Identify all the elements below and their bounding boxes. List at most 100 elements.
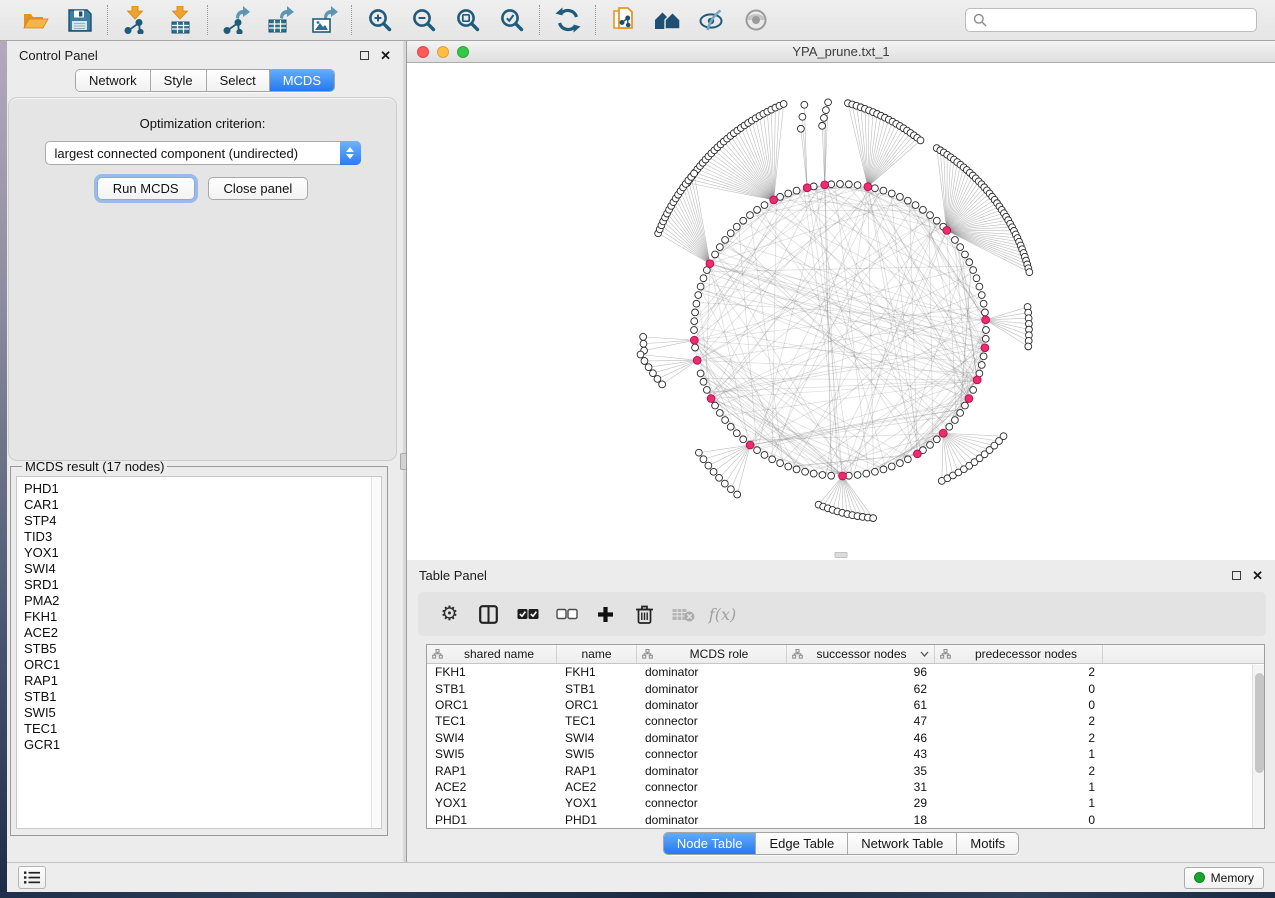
mcds-result-item[interactable]: GCR1 [24,737,381,753]
mcds-result-item[interactable]: YOX1 [24,545,381,561]
table-row[interactable]: TEC1TEC1connector472 [427,713,1264,729]
minimize-window-icon[interactable] [437,46,449,58]
table-cell: dominator [637,665,787,679]
control-panel-title: Control Panel [19,48,98,63]
table-row[interactable]: FKH1FKH1dominator962 [427,664,1264,680]
column-network-icon [432,649,443,659]
network-window-titlebar[interactable]: YPA_prune.txt_1 [407,41,1275,63]
mcds-result-item[interactable]: STB5 [24,641,381,657]
table-cell: TEC1 [427,714,557,728]
delete-table-button[interactable] [664,607,703,622]
table-row[interactable]: PHD1PHD1dominator180 [427,812,1264,828]
tab-style[interactable]: Style [151,70,207,91]
column-header-predecessor-nodes[interactable]: predecessor nodes [935,645,1103,663]
open-file-button[interactable] [21,6,50,35]
column-header-shared-name[interactable]: shared name [427,645,557,663]
mcds-result-item[interactable]: TEC1 [24,721,381,737]
table-cell: PHD1 [427,813,557,827]
table-row[interactable]: SWI5SWI5connector431 [427,746,1264,762]
network-canvas[interactable] [407,63,1275,560]
table-row[interactable]: SWI4SWI4dominator462 [427,730,1264,746]
save-session-button[interactable] [65,6,94,35]
tab-network[interactable]: Network [76,70,151,91]
horizontal-splitter-grip[interactable] [835,552,848,558]
refresh-button[interactable] [553,6,582,35]
deselect-all-button[interactable] [547,608,586,620]
zoom-out-button[interactable] [409,6,438,35]
maximize-window-icon[interactable] [457,46,469,58]
network-graph[interactable] [407,63,1274,560]
mcds-result-item[interactable]: STP4 [24,513,381,529]
desktop-wallpaper-left [0,41,7,898]
memory-button[interactable]: Memory [1184,867,1264,889]
table-cell: dominator [637,764,787,778]
delete-row-button[interactable] [625,604,664,624]
hide-selected-button[interactable] [697,6,726,35]
mcds-result-item[interactable]: ORC1 [24,657,381,673]
table-row[interactable]: ORC1ORC1dominator610 [427,697,1264,713]
show-all-networks-button[interactable] [653,6,682,35]
close-window-icon[interactable] [417,46,429,58]
mcds-result-item[interactable]: STB1 [24,689,381,705]
tab-network-table[interactable]: Network Table [848,833,957,854]
float-panel-icon[interactable] [1232,571,1241,580]
mcds-result-item[interactable]: PHD1 [24,481,381,497]
zoom-in-button[interactable] [365,6,394,35]
zoom-fit-button[interactable] [453,6,482,35]
show-hidden-button[interactable] [741,6,770,35]
run-mcds-button[interactable]: Run MCDS [97,177,195,200]
mcds-result-item[interactable]: CAR1 [24,497,381,513]
table-row[interactable]: ACE2ACE2connector311 [427,779,1264,795]
column-settings-button[interactable]: ⚙ [430,604,469,624]
new-network-from-selection-button[interactable] [609,6,638,35]
mcds-result-item[interactable]: PMA2 [24,593,381,609]
close-panel-button[interactable]: Close panel [208,177,309,200]
mcds-result-item[interactable]: SWI4 [24,561,381,577]
select-all-button[interactable] [508,608,547,620]
table-cell: 2 [935,764,1103,778]
table-row[interactable]: YOX1YOX1connector291 [427,795,1264,811]
split-view-button[interactable] [469,605,508,624]
table-scrollbar[interactable] [1252,665,1264,828]
zoom-fit-icon [455,7,481,33]
close-panel-icon[interactable]: ✕ [1252,569,1263,582]
import-network-button[interactable] [121,6,150,35]
export-network-button[interactable] [221,6,250,35]
import-table-button[interactable] [165,6,194,35]
column-header-name[interactable]: name [557,645,637,663]
function-builder-button[interactable]: f(x) [703,605,742,624]
table-row[interactable]: STB1STB1dominator620 [427,680,1264,696]
table-row[interactable]: RAP1RAP1dominator352 [427,762,1264,778]
export-table-button[interactable] [265,6,294,35]
tab-node-table[interactable]: Node Table [664,833,757,854]
export-image-button[interactable] [309,6,338,35]
task-history-button[interactable] [18,866,46,889]
search-input[interactable] [992,13,1249,27]
mcds-result-item[interactable]: FKH1 [24,609,381,625]
tab-motifs[interactable]: Motifs [957,833,1018,854]
mcds-result-item[interactable]: ACE2 [24,625,381,641]
mcds-result-item[interactable]: SRD1 [24,577,381,593]
status-bar: Memory [7,862,1275,892]
tab-mcds[interactable]: MCDS [270,70,334,91]
close-panel-icon[interactable]: ✕ [380,49,391,62]
scrollbar-thumb[interactable] [1255,673,1264,773]
float-panel-icon[interactable] [360,51,369,60]
tab-select[interactable]: Select [207,70,270,91]
mcds-result-item[interactable]: TID3 [24,529,381,545]
zoom-selected-button[interactable] [497,6,526,35]
column-header-mcds-role[interactable]: MCDS role [637,645,787,663]
network-window-title: YPA_prune.txt_1 [407,44,1275,59]
tab-edge-table[interactable]: Edge Table [756,833,848,854]
sort-desc-icon [920,651,929,657]
mcds-result-item[interactable]: RAP1 [24,673,381,689]
column-header-successor-nodes[interactable]: successor nodes [787,645,935,663]
criterion-dropdown[interactable]: largest connected component (undirected) [45,141,361,165]
add-row-button[interactable] [586,606,625,623]
mcds-result-item[interactable]: SWI5 [24,705,381,721]
import-network-icon [122,6,149,34]
mcds-result-list: PHD1CAR1STP4TID3YOX1SWI4SRD1PMA2FKH1ACE2… [16,476,382,829]
table-cell: connector [637,796,787,810]
export-table-icon [266,6,294,34]
control-panel-titlebar: Control Panel ✕ [7,41,403,69]
